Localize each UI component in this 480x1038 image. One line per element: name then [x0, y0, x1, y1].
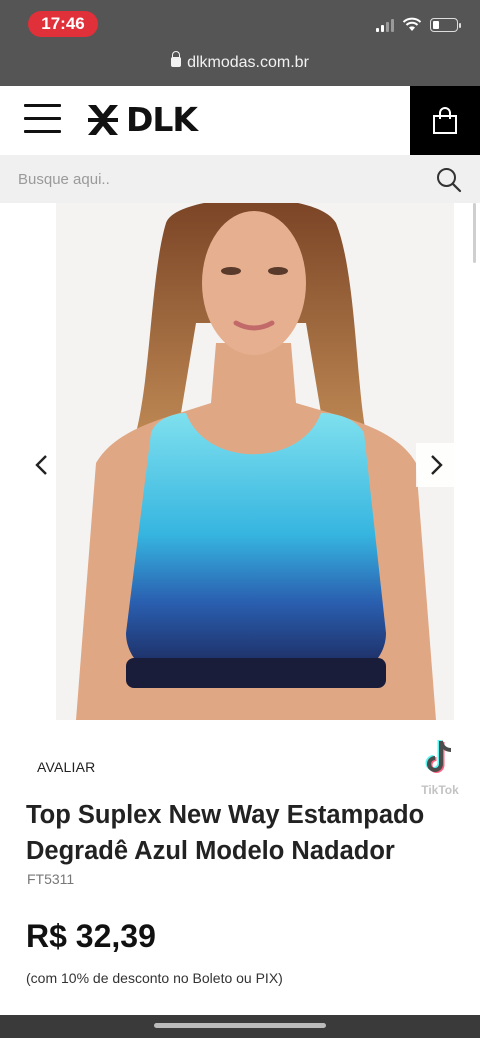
site-logo[interactable]: DLK [84, 100, 198, 139]
dlk-logo-mark-icon [88, 104, 118, 135]
search-bar [0, 155, 480, 203]
url-text: dlkmodas.com.br [187, 54, 309, 71]
page-scrollbar[interactable] [473, 203, 476, 263]
discount-note: (com 10% de desconto no Boleto ou PIX) [26, 970, 283, 986]
lock-icon [171, 51, 182, 67]
product-sku: FT5311 [27, 871, 75, 887]
rate-product-link[interactable]: AVALIAR [37, 759, 95, 775]
shopping-bag-icon [433, 106, 457, 134]
search-icon[interactable] [436, 167, 462, 193]
logo-text: DLK [126, 100, 198, 139]
tiktok-logo-icon [425, 740, 452, 773]
status-time: 17:46 [28, 11, 98, 37]
product-gallery [0, 203, 480, 720]
product-photo[interactable] [56, 203, 454, 720]
hamburger-menu-icon[interactable] [24, 104, 61, 136]
cart-button[interactable] [410, 86, 480, 155]
chevron-left-icon [35, 455, 47, 475]
battery-icon [430, 17, 461, 32]
site-header: DLK [0, 86, 480, 155]
chevron-right-icon [431, 455, 443, 475]
tiktok-brand-text: TikTok [421, 783, 459, 797]
gallery-prev-button[interactable] [20, 443, 62, 487]
gallery-next-button[interactable] [416, 443, 458, 487]
home-indicator[interactable] [154, 1023, 326, 1028]
product-title: Top Suplex New Way Estampado Degradê Azu… [26, 801, 425, 865]
wifi-icon [402, 17, 422, 31]
address-bar[interactable]: dlkmodas.com.br [0, 51, 480, 72]
search-input[interactable] [0, 155, 420, 203]
cellular-signal-icon [376, 18, 394, 32]
battery-level [433, 20, 439, 29]
browser-chrome: 17:46 dlkmodas.com.br [0, 0, 480, 86]
status-icons [376, 17, 461, 32]
tiktok-watermark: TikTok [410, 738, 470, 797]
product-price: R$ 32,39 [26, 918, 156, 954]
browser-bottom-bar [0, 1015, 480, 1038]
model-wearing-top-image [56, 203, 454, 720]
